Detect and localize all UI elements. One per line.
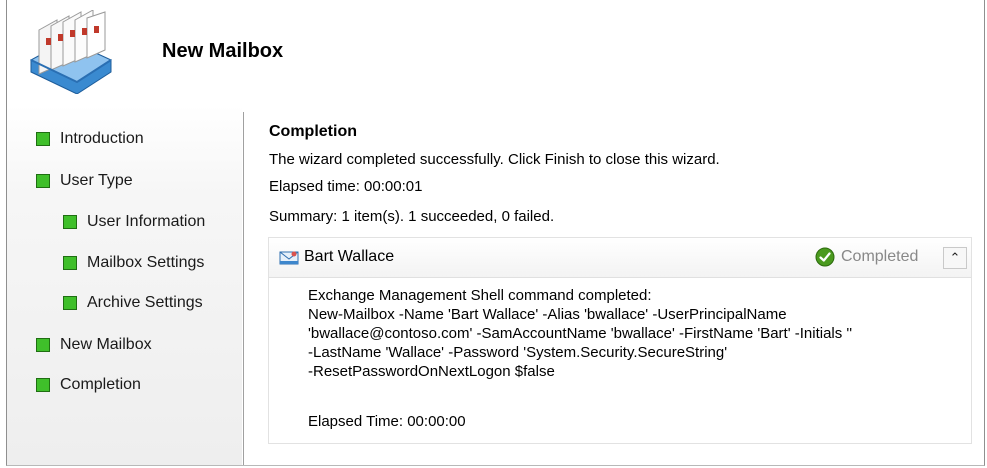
step-complete-bullet-icon	[36, 338, 50, 352]
collapse-button[interactable]: ⌃	[943, 247, 967, 269]
command-elapsed-time: Elapsed Time: 00:00:00	[308, 413, 466, 430]
command-line: -LastName 'Wallace' -Password 'System.Se…	[308, 344, 728, 361]
nav-step-label: User Type	[60, 172, 133, 189]
nav-step-label: User Information	[87, 213, 206, 230]
nav-step-label: Archive Settings	[87, 294, 203, 311]
command-line: New-Mailbox -Name 'Bart Wallace' -Alias …	[308, 306, 787, 323]
nav-step-label: Completion	[60, 376, 141, 393]
elapsed-time: Elapsed time: 00:00:01	[269, 178, 423, 195]
command-line: -ResetPasswordOnNextLogon $false	[308, 363, 555, 380]
mailbox-stack-icon	[29, 10, 113, 94]
step-complete-bullet-icon	[36, 378, 50, 392]
command-line: Exchange Management Shell command comple…	[308, 287, 652, 304]
result-status: Completed	[841, 248, 919, 265]
summary-text: Summary: 1 item(s). 1 succeeded, 0 faile…	[269, 208, 555, 225]
step-complete-bullet-icon	[63, 296, 77, 310]
result-item-name: Bart Wallace	[304, 248, 395, 265]
command-output: Exchange Management Shell command comple…	[308, 286, 852, 381]
nav-step-archive-settings[interactable]: Archive Settings	[63, 294, 203, 312]
double-chevron-up-icon: ⌃	[949, 250, 961, 265]
result-item-header: Bart Wallace Completed ⌃	[269, 238, 971, 278]
command-line: 'bwallace@contoso.com' -SamAccountName '…	[308, 325, 853, 342]
step-complete-bullet-icon	[63, 256, 77, 270]
wizard-window: New Mailbox Introduction User Type User …	[6, 0, 985, 466]
nav-step-new-mailbox[interactable]: New Mailbox	[36, 336, 152, 354]
step-complete-bullet-icon	[36, 174, 50, 188]
completion-message: The wizard completed successfully. Click…	[269, 151, 720, 168]
nav-step-introduction[interactable]: Introduction	[36, 130, 144, 148]
nav-step-label: Mailbox Settings	[87, 254, 205, 271]
wizard-header: New Mailbox	[7, 0, 984, 105]
nav-step-completion[interactable]: Completion	[36, 376, 141, 394]
wizard-title: New Mailbox	[162, 40, 284, 62]
step-complete-bullet-icon	[63, 215, 77, 229]
nav-step-label: Introduction	[60, 130, 144, 147]
mailbox-user-icon	[279, 251, 299, 265]
checkmark-icon	[815, 247, 835, 267]
nav-step-user-type[interactable]: User Type	[36, 172, 133, 190]
completion-page: Completion The wizard completed successf…	[244, 105, 984, 465]
nav-step-mailbox-settings[interactable]: Mailbox Settings	[63, 254, 204, 272]
nav-step-label: New Mailbox	[60, 336, 152, 353]
nav-step-user-information[interactable]: User Information	[63, 213, 205, 231]
page-heading: Completion	[269, 123, 357, 140]
result-item-panel: Bart Wallace Completed ⌃ Exchange Manage…	[268, 237, 972, 444]
wizard-step-nav: Introduction User Type User Information …	[7, 105, 242, 465]
step-complete-bullet-icon	[36, 132, 50, 146]
